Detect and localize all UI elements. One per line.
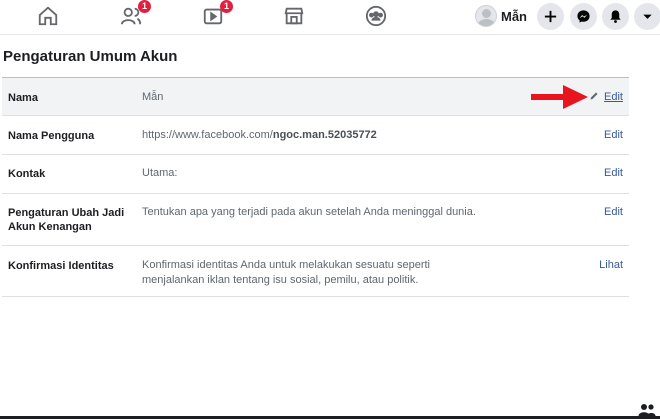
row-value-line1: Konfirmasi identitas Anda untuk melakuka… <box>142 259 430 271</box>
top-navigation-bar: 1 1 Mẫn <box>0 0 660 34</box>
messenger-button[interactable] <box>570 3 597 30</box>
row-label: Konfirmasi Identitas <box>8 260 114 272</box>
topbar-divider <box>0 34 660 35</box>
settings-row-memorialization[interactable]: Pengaturan Ubah Jadi Akun Kenangan Tentuk… <box>2 194 629 246</box>
username-url-prefix: https://www.facebook.com/ <box>142 129 273 141</box>
settings-row-username[interactable]: Nama Pengguna https://www.facebook.com/n… <box>2 116 629 155</box>
contacts-icon[interactable] <box>638 403 656 417</box>
chevron-down-icon <box>643 14 652 19</box>
row-label-line2: Akun Kenangan <box>8 221 92 233</box>
row-label: Pengaturan Ubah Jadi Akun Kenangan <box>8 206 124 234</box>
messenger-icon <box>577 10 590 23</box>
row-value: Mẫn <box>142 91 164 103</box>
row-value: Utama: <box>142 167 178 179</box>
row-label: Kontak <box>8 168 46 180</box>
view-identity-link[interactable]: Lihat <box>599 259 623 271</box>
avatar <box>475 5 497 27</box>
home-icon[interactable] <box>34 4 62 28</box>
row-value-line2: menjalankan iklan tentang isu sosial, pe… <box>142 274 419 286</box>
edit-username-link[interactable]: Edit <box>604 129 623 141</box>
username-handle: ngoc.man.52035772 <box>272 129 377 141</box>
row-label: Nama Pengguna <box>8 130 95 142</box>
row-value: Tentukan apa yang terjadi pada akun sete… <box>142 206 476 218</box>
pencil-icon <box>590 92 598 100</box>
row-value: https://www.facebook.com/ngoc.man.520357… <box>142 128 377 143</box>
row-value: Konfirmasi identitas Anda untuk melakuka… <box>142 258 430 288</box>
friends-icon[interactable]: 1 <box>117 0 151 28</box>
watch-icon[interactable]: 1 <box>199 0 233 28</box>
edit-contact-link[interactable]: Edit <box>604 167 623 179</box>
settings-row-contact[interactable]: Kontak Utama: Edit <box>2 155 629 194</box>
row-label: Nama <box>8 92 38 104</box>
create-icon <box>544 10 557 23</box>
page-title: Pengaturan Umum Akun <box>3 48 178 65</box>
profile-name: Mẫn <box>501 8 527 24</box>
row-label-line1: Pengaturan Ubah Jadi <box>8 207 125 219</box>
edit-memorialization-link[interactable]: Edit <box>604 206 623 218</box>
account-menu-button[interactable] <box>634 3 660 30</box>
watch-badge: 1 <box>220 0 233 13</box>
edit-name-link[interactable]: Edit <box>604 91 623 103</box>
settings-row-identity[interactable]: Konfirmasi Identitas Konfirmasi identita… <box>2 246 629 297</box>
groups-icon[interactable] <box>362 4 390 28</box>
profile-shortcut[interactable]: Mẫn <box>475 3 527 29</box>
annotation-arrow-icon <box>531 85 588 109</box>
notifications-icon <box>610 10 621 23</box>
marketplace-icon[interactable] <box>280 4 308 28</box>
friends-badge: 1 <box>138 0 151 13</box>
notifications-button[interactable] <box>602 3 629 30</box>
create-button[interactable] <box>537 3 564 30</box>
